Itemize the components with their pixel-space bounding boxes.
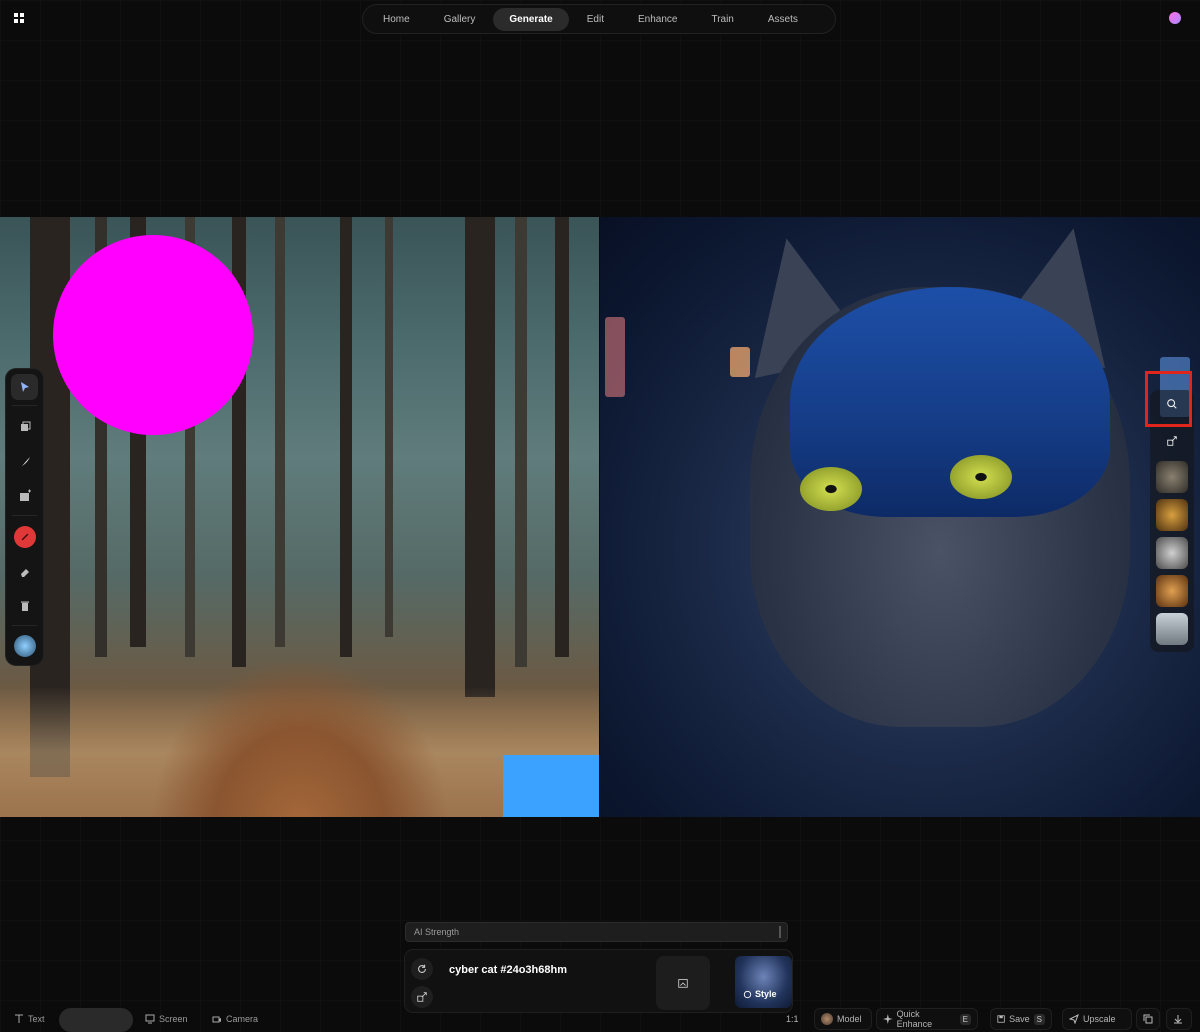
history-thumbnail[interactable] [1156, 537, 1188, 569]
ai-strength-slider[interactable]: AI Strength [405, 922, 788, 942]
color-tool[interactable] [11, 524, 38, 550]
right-toolbar [1150, 390, 1194, 652]
copy-icon [1143, 1014, 1153, 1024]
style-label: Style [755, 989, 777, 999]
history-thumbnail[interactable] [1156, 499, 1188, 531]
eraser-icon [20, 569, 29, 577]
tab-assets[interactable]: Assets [752, 8, 814, 31]
ai-strength-label: AI Strength [414, 927, 460, 937]
refresh-icon [418, 964, 426, 973]
image-add-icon [19, 489, 31, 501]
left-toolbar [6, 369, 43, 665]
reference-avatar-icon [13, 635, 36, 657]
tab-gallery[interactable]: Gallery [428, 8, 492, 31]
save-icon [997, 1015, 1005, 1023]
history-thumbnail[interactable] [1156, 613, 1188, 645]
camera-icon [212, 1016, 221, 1023]
camera-mode-button[interactable]: Camera [212, 1014, 258, 1024]
history-thumbnail[interactable] [1156, 461, 1188, 493]
tab-train[interactable]: Train [695, 8, 749, 31]
cursor-icon [20, 382, 29, 392]
layers-tool[interactable] [11, 413, 38, 439]
screen-mode-label: Screen [159, 1014, 188, 1024]
image-tool[interactable] [11, 483, 38, 509]
text-mode-label: Text [28, 1014, 45, 1024]
reference-tool[interactable] [11, 633, 38, 659]
save-button[interactable]: Save S [990, 1008, 1052, 1030]
blue-rectangle-shape[interactable] [503, 755, 599, 817]
color-swatch [13, 526, 36, 548]
screen-mode-button[interactable]: Screen [145, 1014, 188, 1024]
bottom-right-bar: 1:1 Model Quick Enhance E Save S Upscale [780, 1008, 1200, 1032]
text-icon [15, 1014, 23, 1023]
tab-enhance[interactable]: Enhance [622, 8, 693, 31]
send-icon [1069, 1014, 1079, 1024]
trash-icon [20, 601, 29, 611]
history-thumbnail[interactable] [1156, 575, 1188, 607]
output-canvas[interactable] [600, 217, 1200, 817]
style-icon [743, 990, 752, 998]
save-shortcut: S [1033, 1013, 1045, 1025]
sparkle-icon [883, 1014, 893, 1024]
tab-generate[interactable]: Generate [493, 7, 569, 31]
share-icon [417, 992, 427, 1002]
delete-tool[interactable] [11, 593, 38, 619]
model-button[interactable]: Model [814, 1008, 872, 1030]
share-button[interactable] [1158, 427, 1186, 455]
camera-mode-label: Camera [226, 1014, 259, 1024]
download-icon [1174, 1015, 1182, 1024]
quick-enhance-button[interactable]: Quick Enhance E [876, 1008, 978, 1030]
image-sparkle-icon [678, 979, 688, 988]
brush-tool[interactable] [11, 449, 38, 475]
aspect-ratio-label: 1:1 [786, 1014, 799, 1024]
tab-home[interactable]: Home [367, 8, 426, 31]
quick-enhance-label: Quick Enhance [896, 1009, 933, 1029]
upscale-label: Upscale [1083, 1014, 1116, 1024]
aspect-ratio-button[interactable]: 1:1 [780, 1008, 805, 1030]
quick-enhance-shortcut: E [959, 1013, 971, 1025]
select-tool[interactable] [11, 374, 38, 400]
style-selector[interactable]: Style [735, 956, 792, 1008]
brush-icon [19, 457, 30, 467]
pen-icon [21, 533, 28, 541]
prompt-input[interactable]: cyber cat #24o3h68hm [449, 964, 567, 976]
mode-toggle-pill[interactable] [59, 1008, 133, 1032]
share-icon [1167, 436, 1177, 446]
upscale-button[interactable]: Upscale [1062, 1008, 1132, 1030]
download-button[interactable] [1166, 1008, 1192, 1030]
save-label: Save [1009, 1014, 1030, 1024]
magenta-circle-shape[interactable] [53, 235, 253, 435]
user-avatar[interactable] [1169, 12, 1181, 24]
top-nav: Home Gallery Generate Edit Enhance Train… [362, 4, 836, 34]
tab-edit[interactable]: Edit [571, 8, 620, 31]
eraser-tool[interactable] [11, 559, 38, 585]
slider-handle[interactable] [779, 926, 781, 938]
image-prompt-button[interactable] [656, 956, 710, 1010]
model-label: Model [837, 1014, 862, 1024]
highlight-box [1145, 371, 1192, 427]
bottom-left-bar: Text Screen Camera [0, 1008, 280, 1032]
layers-icon [20, 421, 30, 431]
logo-icon[interactable] [12, 11, 26, 25]
copy-button[interactable] [1136, 1008, 1160, 1030]
prompt-panel: cyber cat #24o3h68hm Style [405, 950, 792, 1012]
monitor-icon [145, 1014, 155, 1024]
reset-button[interactable] [411, 958, 433, 980]
model-avatar-icon [821, 1013, 833, 1025]
share-prompt-button[interactable] [411, 986, 433, 1008]
text-mode-button[interactable]: Text [14, 1014, 45, 1024]
